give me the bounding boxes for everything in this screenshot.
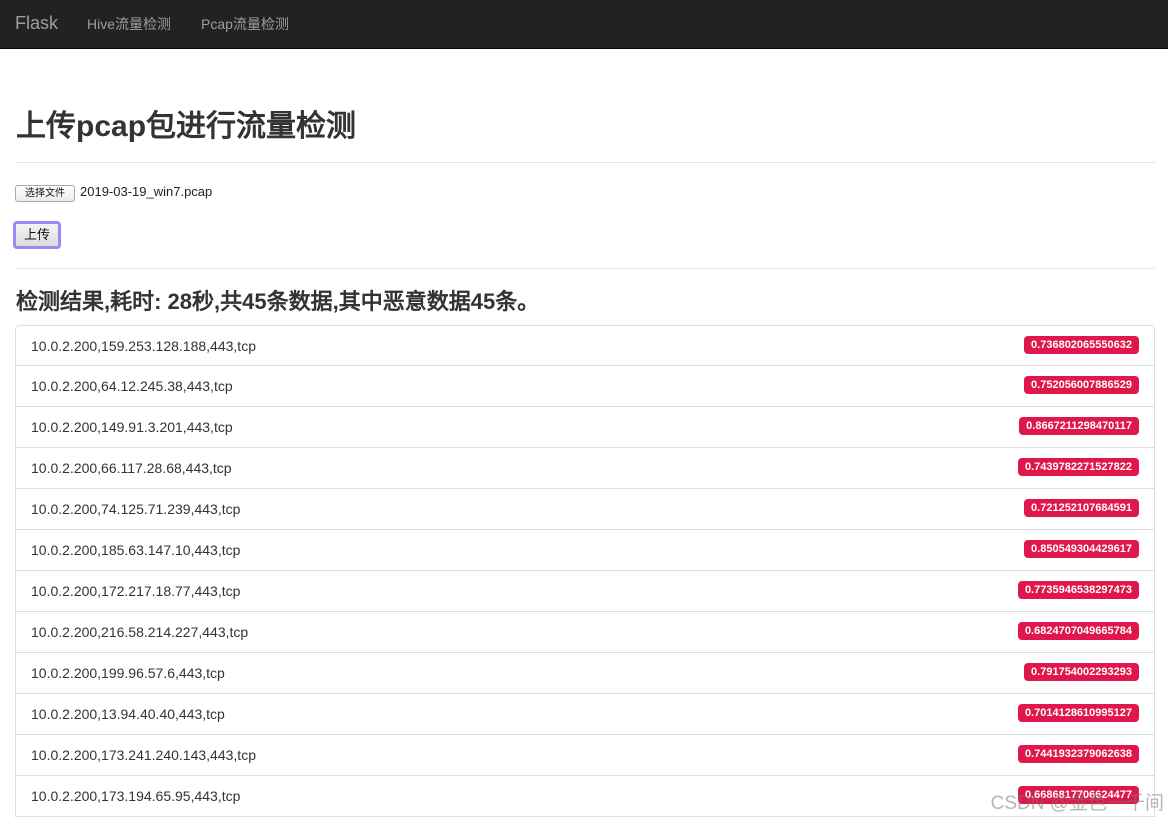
flow-text: 10.0.2.200,64.12.245.38,443,tcp — [31, 378, 233, 394]
list-item: 10.0.2.200,13.94.40.40,443,tcp 0.70141286… — [15, 694, 1155, 735]
result-title: 检测结果,耗时: 28秒,共45条数据,其中恶意数据45条。 — [16, 289, 540, 314]
choose-file-button[interactable]: 选择文件 — [15, 185, 75, 202]
score-badge: 0.850549304429617 — [1024, 540, 1139, 558]
list-item: 10.0.2.200,172.217.18.77,443,tcp 0.773594… — [15, 571, 1155, 612]
list-item: 10.0.2.200,173.241.240.143,443,tcp 0.7441… — [15, 735, 1155, 776]
flow-text: 10.0.2.200,159.253.128.188,443,tcp — [31, 338, 256, 354]
divider — [15, 162, 1155, 163]
result-list: 10.0.2.200,159.253.128.188,443,tcp 0.7368… — [15, 325, 1155, 817]
score-badge: 0.7014128610995127 — [1017, 704, 1139, 722]
flow-text: 10.0.2.200,185.63.147.10,443,tcp — [31, 542, 241, 558]
score-badge: 0.736802065550632 — [1024, 336, 1139, 354]
flow-text: 10.0.2.200,199.96.57.6,443,tcp — [31, 665, 225, 681]
flow-text: 10.0.2.200,13.94.40.40,443,tcp — [31, 706, 225, 722]
page-title: 上传pcap包进行流量检测 — [16, 110, 357, 143]
score-badge: 0.7735946538297473 — [1017, 581, 1139, 599]
flow-text: 10.0.2.200,66.117.28.68,443,tcp — [31, 460, 232, 476]
list-item: 10.0.2.200,74.125.71.239,443,tcp 0.721252… — [15, 489, 1155, 530]
flow-text: 10.0.2.200,173.194.65.95,443,tcp — [31, 788, 241, 804]
score-badge: 0.791754002293293 — [1024, 663, 1139, 681]
list-item: 10.0.2.200,66.117.28.68,443,tcp 0.7439782… — [15, 448, 1155, 489]
score-badge: 0.752056007886529 — [1024, 376, 1139, 394]
score-badge: 0.7439782271527822 — [1017, 458, 1139, 476]
navbar-brand[interactable]: Flask — [15, 13, 58, 33]
list-item: 10.0.2.200,185.63.147.10,443,tcp 0.850549… — [15, 530, 1155, 571]
list-item: 10.0.2.200,199.96.57.6,443,tcp 0.79175400… — [15, 653, 1155, 694]
flow-text: 10.0.2.200,216.58.214.227,443,tcp — [31, 624, 249, 640]
score-badge: 0.8667211298470117 — [1019, 417, 1139, 435]
nav-link-pcap[interactable]: Pcap流量检测 — [201, 15, 289, 33]
divider — [15, 268, 1155, 269]
navbar: Flask Hive流量检测 Pcap流量检测 — [0, 0, 1168, 49]
score-badge: 0.6824707049665784 — [1017, 622, 1139, 640]
list-item: 10.0.2.200,173.194.65.95,443,tcp 0.668681… — [15, 776, 1155, 817]
score-badge: 0.7441932379062638 — [1017, 745, 1139, 763]
flow-text: 10.0.2.200,74.125.71.239,443,tcp — [31, 501, 241, 517]
list-item: 10.0.2.200,149.91.3.201,443,tcp 0.8667211… — [15, 407, 1155, 448]
score-badge: 0.721252107684591 — [1024, 499, 1139, 517]
nav-link-hive[interactable]: Hive流量检测 — [87, 15, 171, 33]
list-item: 10.0.2.200,216.58.214.227,443,tcp 0.68247… — [15, 612, 1155, 653]
flow-text: 10.0.2.200,173.241.240.143,443,tcp — [31, 747, 256, 763]
flow-text: 10.0.2.200,172.217.18.77,443,tcp — [31, 583, 241, 599]
selected-file-name: 2019-03-19_win7.pcap — [80, 184, 213, 199]
upload-button[interactable]: 上传 — [13, 221, 61, 249]
flow-text: 10.0.2.200,149.91.3.201,443,tcp — [31, 419, 233, 435]
list-item: 10.0.2.200,64.12.245.38,443,tcp 0.7520560… — [15, 366, 1155, 407]
list-item: 10.0.2.200,159.253.128.188,443,tcp 0.7368… — [15, 325, 1155, 366]
score-badge: 0.6686817706624477 — [1017, 786, 1139, 804]
